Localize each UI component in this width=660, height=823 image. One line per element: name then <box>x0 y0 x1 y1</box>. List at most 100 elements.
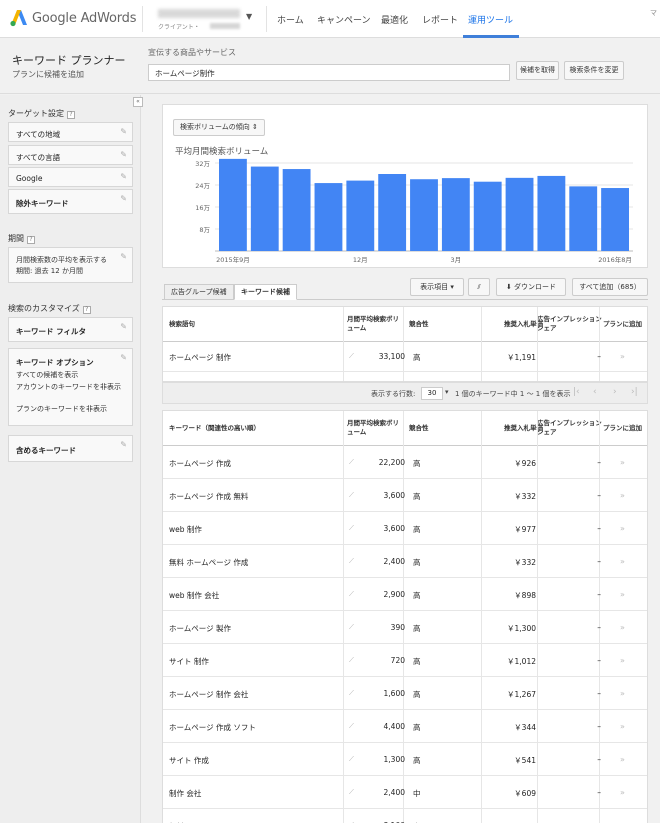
trend-chart-icon[interactable]: ⟋ <box>349 352 354 361</box>
ideas-col-header[interactable]: 推奨入札単価 <box>481 411 543 445</box>
pencil-icon[interactable]: ✎ <box>120 440 127 449</box>
nav-reports[interactable]: レポート <box>422 13 458 26</box>
add-to-plan-icon[interactable]: » <box>620 623 625 632</box>
add-to-plan-icon[interactable]: » <box>620 524 625 533</box>
rows-per-page-select[interactable]: 30 <box>421 387 443 400</box>
chart-toggle-icon[interactable]: ⫽ <box>468 278 490 296</box>
trend-chart-icon[interactable]: ⟋ <box>349 722 354 731</box>
table-row[interactable]: ⟋ ホームページ 制作 会社 1,600 高 ￥1,267 – » <box>163 677 647 710</box>
prev-page-icon[interactable]: ‹ <box>593 387 597 397</box>
add-to-plan-icon[interactable]: » <box>620 788 625 797</box>
table-row[interactable]: ⟋ web 制作 3,600 高 ￥977 – » <box>163 512 647 545</box>
ideas-col-header[interactable]: 広告インプレッション シェア <box>537 411 607 445</box>
add-to-plan-icon[interactable]: » <box>620 491 625 500</box>
trend-chart-icon[interactable]: ⟋ <box>349 656 354 665</box>
next-page-icon[interactable]: › <box>613 387 617 397</box>
sidebar-item-include-keywords[interactable]: 含めるキーワード ✎ <box>8 435 133 462</box>
pencil-icon[interactable]: ✎ <box>120 172 127 181</box>
ideas-col-header[interactable]: キーワード（関連性の高い順） <box>169 411 339 445</box>
bid-cell: ￥344 <box>514 723 536 732</box>
add-to-plan-icon[interactable]: » <box>620 755 625 764</box>
tab-adgroup-ideas[interactable]: 広告グループ候補 <box>164 284 234 300</box>
sidebar-item-keyword-options[interactable]: キーワード オプション すべての候補を表示 アカウントのキーワードを非表示 プラ… <box>8 348 133 426</box>
volume-cell: 390 <box>390 623 405 632</box>
add-to-plan-icon[interactable]: » <box>620 722 625 731</box>
collapse-icon[interactable]: « <box>133 97 143 107</box>
pencil-icon[interactable]: ✎ <box>120 322 127 331</box>
search-col-header[interactable]: 競合性 <box>409 307 449 341</box>
pencil-icon[interactable]: ✎ <box>120 353 127 362</box>
table-row[interactable]: ⟋ サイト 作成 1,300 高 ￥541 – » <box>163 743 647 776</box>
nav-campaigns[interactable]: キャンペーン <box>317 13 371 26</box>
nav-optimize[interactable]: 最適化 <box>381 13 408 26</box>
volume-cell: 1,600 <box>383 689 405 698</box>
table-row[interactable]: ⟋ web 制作 会社 2,900 高 ￥898 – » <box>163 578 647 611</box>
add-to-plan-icon[interactable]: » <box>620 458 625 467</box>
table-row[interactable]: ⟋ 無料 ホームページ 作成 2,400 高 ￥332 – » <box>163 545 647 578</box>
add-to-plan-icon[interactable]: » <box>620 557 625 566</box>
table-row[interactable]: ⟋ 制作 会社 2,400 中 ￥609 – » <box>163 776 647 809</box>
competition-cell: 高 <box>413 525 421 534</box>
modify-search-button[interactable]: 検索条件を変更 <box>564 61 624 80</box>
nav-tools[interactable]: 運用ツール <box>468 13 513 26</box>
search-col-header[interactable]: 月間平均検索ボリューム <box>347 307 399 341</box>
add-to-plan-icon[interactable]: » <box>620 590 625 599</box>
trend-chart-icon[interactable]: ⟋ <box>349 524 354 533</box>
pencil-icon[interactable]: ✎ <box>120 150 127 159</box>
sidebar-item-network[interactable]: Google ✎ <box>8 167 133 187</box>
search-col-header[interactable]: 検索語句 <box>169 307 339 341</box>
trend-chart-icon[interactable]: ⟋ <box>349 557 354 566</box>
trend-chart-icon[interactable]: ⟋ <box>349 458 354 467</box>
add-to-plan-icon[interactable]: » <box>620 352 625 361</box>
sidebar-item-language[interactable]: すべての言語 ✎ <box>8 145 133 165</box>
sidebar-item-location[interactable]: すべての地域 ✎ <box>8 122 133 142</box>
ideas-col-header[interactable]: プランに追加 <box>603 411 647 445</box>
product-input[interactable]: ホームページ制作 <box>148 64 510 81</box>
last-page-icon[interactable]: ›| <box>631 387 638 397</box>
search-col-header[interactable]: 広告インプレッション シェア <box>537 307 607 341</box>
trend-chart-icon[interactable]: ⟋ <box>349 623 354 632</box>
first-page-icon[interactable]: |‹ <box>573 387 580 397</box>
adwords-logo-icon[interactable] <box>8 8 28 28</box>
add-to-plan-icon[interactable]: » <box>620 656 625 665</box>
trend-chart-icon[interactable]: ⟋ <box>349 590 354 599</box>
brand-name[interactable]: Google AdWords <box>32 11 136 26</box>
sidebar-item-negative-keywords[interactable]: 除外キーワード ✎ <box>8 189 133 214</box>
help-icon[interactable]: ? <box>27 236 35 244</box>
add-to-plan-icon[interactable]: » <box>620 689 625 698</box>
nav-home[interactable]: ホーム <box>277 13 304 26</box>
add-all-button[interactable]: すべて追加（685） <box>572 278 648 296</box>
table-row[interactable]: ⟋ ホームページ 作成 無料 3,600 高 ￥332 – » <box>163 479 647 512</box>
help-icon[interactable]: ? <box>82 306 91 314</box>
sidebar: « ターゲット設定? すべての地域 ✎ すべての言語 ✎ Google ✎ 除外キーワ… <box>0 95 143 823</box>
sidebar-item-keyword-filter[interactable]: キーワード フィルタ ✎ <box>8 317 133 342</box>
columns-dropdown[interactable]: 表示項目 ▾ <box>410 278 464 296</box>
table-row[interactable]: ⟋ ホームページ 作成 ソフト 4,400 高 ￥344 – » <box>163 710 647 743</box>
trend-chart-icon[interactable]: ⟋ <box>349 788 354 797</box>
trend-chart-icon[interactable]: ⟋ <box>349 755 354 764</box>
table-row[interactable]: ⟋ ホームページ 制作 33,100 高 ￥1,191 – » <box>163 342 647 372</box>
bar <box>569 186 598 251</box>
ideas-col-header[interactable]: 競合性 <box>409 411 449 445</box>
trend-chart-icon[interactable]: ⟋ <box>349 689 354 698</box>
pencil-icon[interactable]: ✎ <box>120 127 127 136</box>
menu-caret-icon[interactable]: マ <box>650 8 657 18</box>
caret-down-icon[interactable]: ▾ <box>445 388 449 396</box>
pencil-icon[interactable]: ✎ <box>120 252 127 261</box>
table-row[interactable]: ⟋ サイト 制作 720 高 ￥1,012 – » <box>163 644 647 677</box>
pencil-icon[interactable]: ✎ <box>120 194 127 203</box>
help-icon[interactable]: ? <box>67 111 75 119</box>
trend-chart-icon[interactable]: ⟋ <box>349 491 354 500</box>
tab-keyword-ideas[interactable]: キーワード候補 <box>234 284 297 300</box>
search-col-header[interactable]: 推奨入札単価 <box>481 307 543 341</box>
download-button[interactable]: ⬇ ダウンロード <box>496 278 566 296</box>
get-ideas-button[interactable]: 候補を取得 <box>516 61 559 80</box>
table-row[interactable]: ⟋無料 ホームページ8,100高￥178–» <box>163 809 647 823</box>
caret-down-icon[interactable]: ▼ <box>246 12 252 21</box>
volume-trend-dropdown[interactable]: 検索ボリュームの傾向 ⇕ <box>173 119 265 136</box>
table-row[interactable]: ⟋ ホームページ 製作 390 高 ￥1,300 – » <box>163 611 647 644</box>
sidebar-item-period[interactable]: 月間検索数の平均を表示する 期間: 過去 12 か月間 ✎ <box>8 247 133 283</box>
ideas-col-header[interactable]: 月間平均検索ボリューム <box>347 411 399 445</box>
search-col-header[interactable]: プランに追加 <box>603 307 647 341</box>
table-row[interactable]: ⟋ ホームページ 作成 22,200 高 ￥926 – » <box>163 446 647 479</box>
